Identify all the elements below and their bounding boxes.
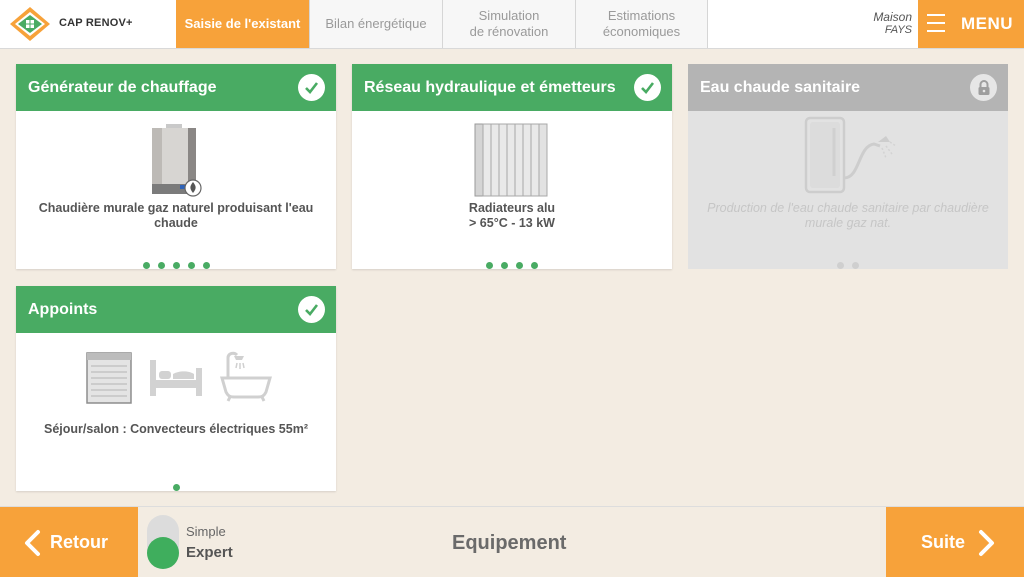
progress-dot: [516, 262, 523, 269]
app-logo[interactable]: CAP RENOV+: [0, 0, 176, 48]
bed-icon: [150, 360, 202, 396]
card-description: Chaudière murale gaz naturel produisant …: [38, 201, 314, 230]
mode-toggle[interactable]: [147, 515, 179, 569]
progress-dot: [187, 262, 195, 269]
tab-estimations-economiques[interactable]: Estimations économiques: [575, 0, 708, 48]
progress-dots: [16, 256, 336, 269]
back-button[interactable]: Retour: [0, 507, 138, 577]
toggle-knob[interactable]: [147, 537, 179, 569]
card-header: Générateur de chauffage: [16, 64, 336, 111]
progress-dot: [172, 262, 180, 269]
house-owner: FAYS: [884, 24, 912, 36]
convector-image: [86, 352, 132, 404]
lock-icon: [970, 74, 997, 101]
mode-simple-label[interactable]: Simple: [186, 524, 226, 539]
progress-dot: [486, 262, 493, 269]
bottom-bar: Retour Simple Expert Equipement Suite: [0, 506, 1024, 577]
progress-dot: [852, 262, 859, 269]
water-heater-image: [804, 116, 896, 194]
card-header: Réseau hydraulique et émetteurs: [352, 64, 672, 111]
house-info: Maison FAYS: [860, 11, 912, 37]
tab-label: Simulation de rénovation: [469, 8, 549, 39]
bathtub-icon: [220, 351, 272, 402]
card-generateur-chauffage[interactable]: Générateur de chauffage Chaudière murale…: [16, 64, 336, 269]
chevron-right-icon: [979, 530, 994, 556]
card-description: Séjour/salon : Convecteurs électriques 5…: [44, 422, 308, 436]
mode-expert-label[interactable]: Expert: [186, 544, 233, 561]
next-label: Suite: [921, 532, 966, 552]
boiler-image: [152, 124, 202, 197]
progress-dot: [157, 262, 165, 269]
progress-dot: [531, 262, 538, 269]
check-icon: [298, 74, 325, 101]
check-icon: [298, 296, 325, 323]
card-eau-chaude-sanitaire: Eau chaude sanitaire Production de l'eau…: [688, 64, 1008, 269]
hamburger-icon: [927, 14, 945, 34]
next-button[interactable]: Suite: [886, 507, 1024, 577]
tab-label: Estimations économiques: [602, 8, 681, 39]
card-description: Radiateurs alu > 65°C - 13 kW: [468, 201, 556, 230]
progress-dots: [16, 478, 336, 491]
page-title: Equipement: [452, 532, 567, 554]
progress-dot: [837, 262, 844, 269]
tab-bilan-energetique[interactable]: Bilan énergétique: [309, 0, 442, 48]
card-title: Appoints: [28, 301, 98, 318]
tab-simulation-renovation[interactable]: Simulation de rénovation: [442, 0, 575, 48]
card-reseau-hydraulique[interactable]: Réseau hydraulique et émetteurs Radiateu…: [352, 64, 672, 269]
logo-icon: [10, 7, 50, 41]
tab-label: Bilan énergétique: [325, 16, 427, 31]
radiator-image: [473, 122, 553, 198]
top-bar: CAP RENOV+ Saisie de l'existant Bilan én…: [0, 0, 1024, 49]
tab-saisie-existant[interactable]: Saisie de l'existant: [176, 0, 309, 48]
check-icon: [634, 74, 661, 101]
menu-button[interactable]: MENU: [918, 0, 1024, 48]
card-header: Appoints: [16, 286, 336, 333]
back-label: Retour: [50, 532, 108, 552]
progress-dot: [172, 484, 180, 491]
card-description: Production de l'eau chaude sanitaire par…: [707, 201, 989, 230]
progress-dot: [142, 262, 150, 269]
progress-dots: [352, 256, 672, 269]
progress-dot: [202, 262, 210, 269]
card-header: Eau chaude sanitaire: [688, 64, 1008, 111]
brand-name: CAP RENOV+: [59, 17, 133, 29]
progress-dots: [688, 256, 1008, 269]
chevron-left-icon: [25, 530, 40, 556]
house-type: Maison: [873, 10, 912, 24]
card-appoints[interactable]: Appoints Séjour/salon : Convecteurs élec…: [16, 286, 336, 491]
menu-label: MENU: [961, 14, 1014, 33]
progress-dot: [501, 262, 508, 269]
tab-label: Saisie de l'existant: [184, 16, 301, 31]
card-title: Réseau hydraulique et émetteurs: [364, 79, 616, 96]
card-title: Générateur de chauffage: [28, 79, 217, 96]
card-title: Eau chaude sanitaire: [700, 79, 861, 96]
